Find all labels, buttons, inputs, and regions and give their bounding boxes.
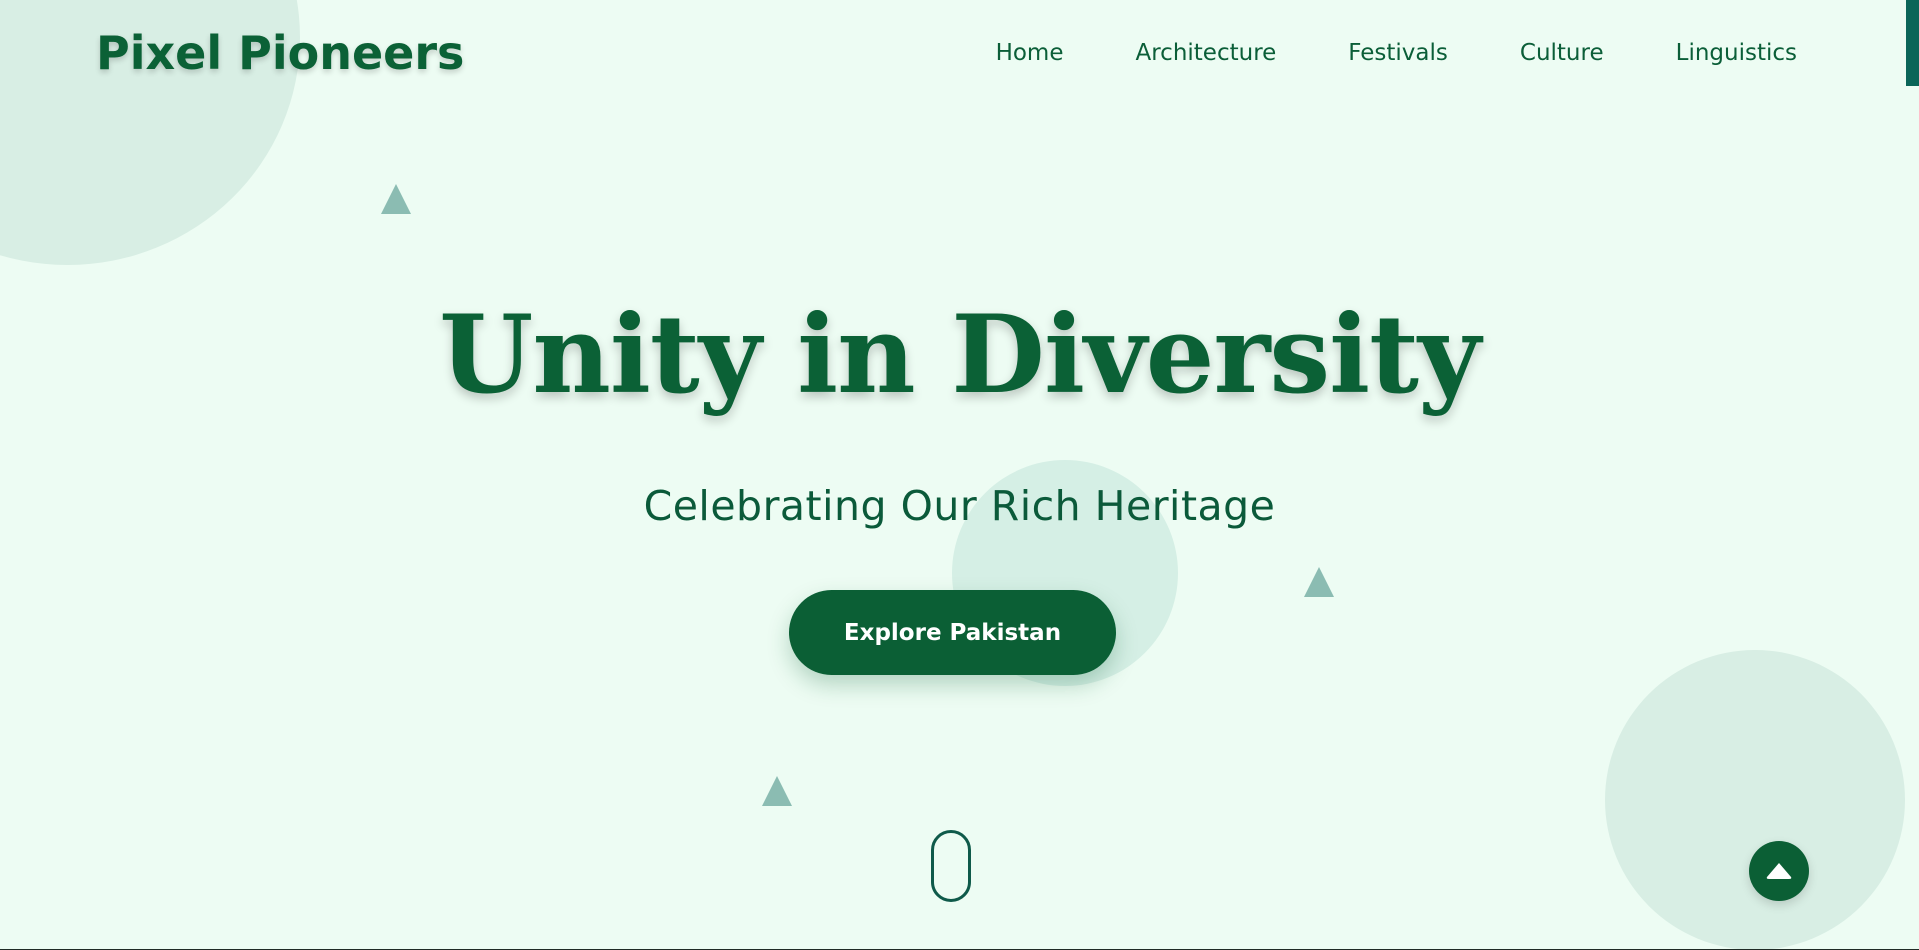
- scroll-progress-bar: [1906, 0, 1919, 86]
- page: Pixel Pioneers Home Architecture Festiva…: [0, 0, 1919, 950]
- nav-link-home[interactable]: Home: [996, 40, 1064, 66]
- decorative-triangle: [1304, 567, 1334, 597]
- main-nav: Home Architecture Festivals Culture Ling…: [924, 40, 1797, 66]
- nav-link-culture[interactable]: Culture: [1520, 40, 1604, 66]
- explore-pakistan-button[interactable]: Explore Pakistan: [789, 590, 1116, 675]
- decorative-triangle: [381, 184, 411, 214]
- nav-link-architecture[interactable]: Architecture: [1135, 40, 1276, 66]
- nav-link-linguistics[interactable]: Linguistics: [1676, 40, 1797, 66]
- decorative-circle: [1605, 650, 1905, 950]
- nav-link-festivals[interactable]: Festivals: [1348, 40, 1448, 66]
- mouse-scroll-icon[interactable]: [931, 830, 971, 902]
- hero-subtitle: Celebrating Our Rich Heritage: [643, 482, 1276, 530]
- hero-title: Unity in Diversity: [439, 292, 1481, 418]
- decorative-triangle: [762, 776, 792, 806]
- site-logo[interactable]: Pixel Pioneers: [96, 26, 464, 80]
- chevron-up-icon: [1766, 863, 1792, 879]
- back-to-top-button[interactable]: [1749, 841, 1809, 901]
